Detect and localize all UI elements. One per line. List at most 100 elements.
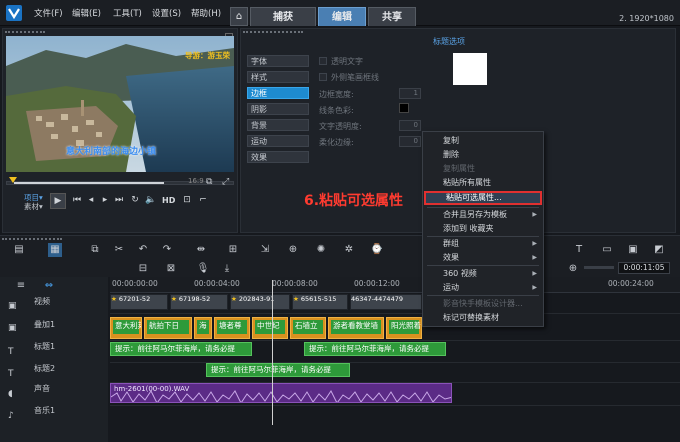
play-button[interactable]: ▶	[50, 193, 66, 209]
speed-icon[interactable]: ⌚	[370, 243, 384, 257]
ctx-group[interactable]: 群组 ▶	[423, 238, 543, 250]
ctx-merge-save-template[interactable]: 合并且另存为模板 ▶	[423, 209, 543, 221]
title-clip[interactable]: 提示：前往阿马尔菲海岸，请务必提	[304, 342, 446, 356]
scrubber[interactable]: 16:9 ⧉ ⤢	[6, 177, 234, 191]
video-clip[interactable]: 46347-4474479	[350, 294, 422, 310]
overlay-clip[interactable]: 意大利莱	[110, 317, 142, 339]
audio-clip[interactable]: hm-2601(00-00).WAV	[110, 383, 452, 403]
overlay-clip[interactable]: 航拍下日	[144, 317, 192, 339]
menu-help[interactable]: 帮助(H)	[191, 7, 221, 19]
video-clip[interactable]: ★ 67201-52	[110, 294, 168, 310]
soft-edge-input[interactable]: 0	[399, 136, 421, 147]
overlay-clip[interactable]: 海	[194, 317, 212, 339]
category-shadow[interactable]: 阴影	[247, 103, 309, 115]
expand-icon[interactable]: ⤢	[222, 177, 229, 187]
title-clip[interactable]: 提示：前往阿马尔菲海岸，请务必提	[206, 363, 350, 377]
ctx-mark-replaceable[interactable]: 标记可替换素材	[423, 312, 543, 324]
overlay-clip[interactable]: 中世纪	[252, 317, 288, 339]
ctx-360-video[interactable]: 360 视频 ▶	[423, 268, 543, 280]
ctx-effects[interactable]: 效果 ▶	[423, 252, 543, 264]
submenu-arrow-icon: ▶	[532, 284, 537, 291]
ctx-paste-selected-attributes[interactable]: 粘贴可选属性...	[424, 191, 542, 205]
star-icon: ★	[293, 295, 299, 303]
timecode-display[interactable]: 0:00:11:05	[618, 262, 670, 274]
category-background[interactable]: 背景	[247, 119, 309, 131]
transparent-text-label: 透明文字	[331, 57, 363, 66]
menu-tools[interactable]: 工具(T)	[113, 7, 142, 19]
storyboard-view-icon[interactable]: ▤	[12, 243, 26, 257]
video-clip[interactable]: ★ 65615-515	[292, 294, 348, 310]
play-icon: ▶	[54, 196, 62, 206]
prev-frame-icon[interactable]: ◂	[84, 193, 98, 207]
marker-icon[interactable]: ⤓	[220, 262, 234, 276]
ruler-label: 00:00:24:00	[608, 279, 654, 288]
category-font[interactable]: 字体	[247, 55, 309, 67]
track-icon[interactable]: ⊕	[286, 243, 300, 257]
mic-icon[interactable]: 🎙	[196, 262, 210, 276]
ctx-add-favorites[interactable]: 添加到 收藏夹	[423, 223, 543, 235]
category-motion[interactable]: 运动	[247, 135, 309, 147]
undo-icon[interactable]: ↶	[136, 243, 150, 257]
text-icon[interactable]: T	[572, 243, 586, 257]
outline-checkbox[interactable]	[319, 73, 327, 81]
fit-icon[interactable]: ⇹	[194, 243, 208, 257]
timeline-view-icon[interactable]: ▦	[48, 243, 62, 257]
snapshot-icon[interactable]: ⊡	[180, 193, 194, 207]
zoom-in-icon[interactable]: ⊕	[566, 262, 580, 276]
clip-mode[interactable]: 素材▾	[24, 201, 43, 212]
tab-edit[interactable]: 编辑	[318, 7, 366, 26]
home-tab[interactable]: ⌂	[230, 7, 248, 26]
preview-video[interactable]: 导游：游玉荣 意大利南部的海边小镇	[6, 36, 234, 172]
repeat-icon[interactable]: ↻	[128, 193, 142, 207]
menu-file[interactable]: 文件(F)	[34, 7, 63, 19]
transparent-text-checkbox[interactable]	[319, 57, 327, 65]
overlay-clip[interactable]: 石墙立	[290, 317, 326, 339]
scissors-icon[interactable]: ✂	[112, 243, 126, 257]
track-settings-icon[interactable]: ⇔	[42, 279, 56, 293]
track-headers: ≡ ⇔ ▣ 视频 ▣ 叠加1 T 标题1 T 标题2 ◖ 声音 ♪ 音乐1	[0, 277, 108, 442]
menu-edit[interactable]: 编辑(E)	[72, 7, 101, 19]
timeline-ruler[interactable]: 00:00:00:00 00:00:04:00 00:00:08:00 00:0…	[110, 277, 680, 293]
overlay-clip[interactable]: 游者看教堂墙	[328, 317, 384, 339]
video-clip[interactable]: ★ 202843-91	[230, 294, 290, 310]
hd-toggle[interactable]: HD	[162, 196, 175, 205]
split-icon[interactable]: ⌐	[196, 193, 210, 207]
track-manager-icon[interactable]: ⧉	[88, 243, 102, 257]
zoom-slider[interactable]	[584, 266, 614, 269]
category-border[interactable]: 边框	[247, 87, 309, 99]
category-style[interactable]: 样式	[247, 71, 309, 83]
ctx-motion[interactable]: 运动 ▶	[423, 282, 543, 294]
line-color-swatch[interactable]	[399, 103, 409, 113]
video-clip[interactable]: ★ 67198-52	[170, 294, 228, 310]
home-start-icon[interactable]: ⏮	[70, 193, 84, 207]
overlay-clip[interactable]: 塘者尊	[214, 317, 250, 339]
audio-tool-icon[interactable]: ⊠	[164, 262, 178, 276]
tab-capture[interactable]: 捕获	[250, 7, 316, 26]
crop-tool-icon[interactable]: ⊟	[136, 262, 150, 276]
add-track-icon[interactable]: ≡	[14, 279, 28, 293]
crop-icon[interactable]: ⧉	[206, 177, 212, 187]
title-clip[interactable]: 提示：前往阿马尔菲海岸，请务必提	[110, 342, 252, 356]
next-frame-icon[interactable]: ▸	[98, 193, 112, 207]
record-icon[interactable]: ⊞	[226, 243, 240, 257]
ctx-delete[interactable]: 删除	[423, 149, 543, 161]
chroma-icon[interactable]: ◩	[652, 243, 666, 257]
mask-icon[interactable]: ▣	[626, 243, 640, 257]
end-icon[interactable]: ⏭	[112, 193, 126, 207]
border-width-input[interactable]: 1	[399, 88, 421, 99]
submenu-arrow-icon: ▶	[532, 240, 537, 247]
overlay-clip[interactable]: 阳光照着	[386, 317, 422, 339]
category-effect[interactable]: 效果	[247, 151, 309, 163]
multicam-icon[interactable]: ✲	[342, 243, 356, 257]
subtitle-icon[interactable]: ▭	[600, 243, 614, 257]
ctx-paste-all-attributes[interactable]: 粘贴所有属性	[423, 177, 543, 189]
motion-track-icon[interactable]: ✺	[314, 243, 328, 257]
volume-icon[interactable]: 🔈	[144, 193, 158, 207]
ctx-copy[interactable]: 复制	[423, 135, 543, 147]
mix-icon[interactable]: ⇲	[258, 243, 272, 257]
text-transparency-input[interactable]: 0	[399, 120, 421, 131]
redo-icon[interactable]: ↷	[160, 243, 174, 257]
playhead[interactable]	[272, 280, 273, 425]
tab-share[interactable]: 共享	[368, 7, 416, 26]
menu-settings[interactable]: 设置(S)	[152, 7, 181, 19]
